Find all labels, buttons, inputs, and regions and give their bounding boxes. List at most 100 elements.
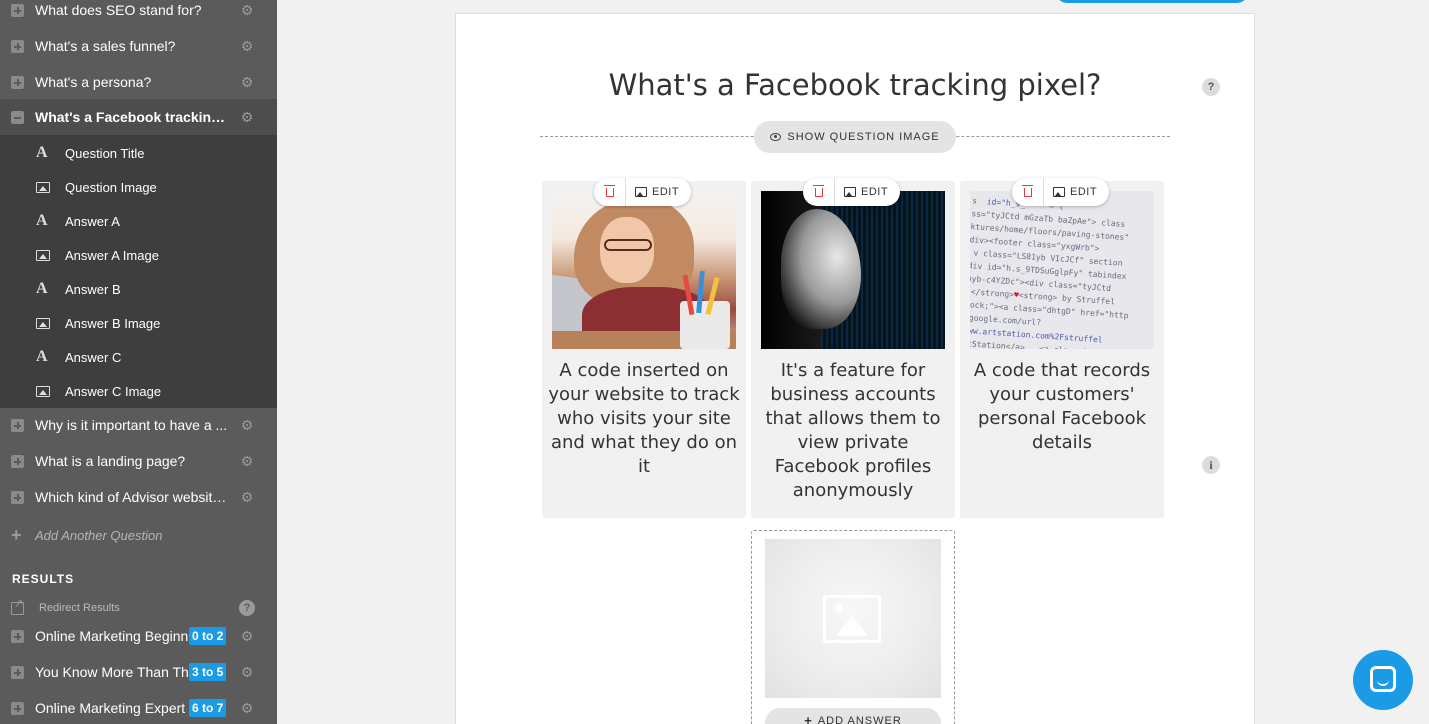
subitem-answer-b[interactable]: A Answer B: [0, 272, 277, 306]
expand-plus-icon[interactable]: [11, 76, 24, 89]
question-item[interactable]: Which kind of Advisor website... ⚙: [0, 479, 277, 515]
expand-plus-icon[interactable]: [11, 40, 24, 53]
question-label: Which kind of Advisor website...: [35, 489, 230, 505]
subitem-answer-a[interactable]: A Answer A: [0, 204, 277, 238]
add-question-label: Add Another Question: [35, 527, 163, 543]
expand-plus-icon[interactable]: [11, 666, 24, 679]
gear-icon[interactable]: ⚙: [240, 3, 254, 17]
answer-image[interactable]: [761, 191, 945, 349]
trash-icon[interactable]: [1012, 178, 1044, 206]
question-label: What's a Facebook tracking pi...: [35, 109, 230, 125]
image-icon: [1053, 187, 1065, 197]
image-edit-toolbar: EDIT: [594, 178, 691, 206]
answer-image[interactable]: [552, 191, 736, 349]
gear-icon[interactable]: ⚙: [240, 454, 254, 468]
image-icon: [36, 317, 50, 329]
gear-icon[interactable]: ⚙: [240, 490, 254, 504]
question-label: Why is it important to have a ...: [35, 417, 228, 433]
gear-icon[interactable]: ⚙: [240, 39, 254, 53]
expand-plus-icon[interactable]: [11, 630, 24, 643]
answer-card-b[interactable]: EDIT It's a feature for business account…: [751, 178, 955, 518]
question-item-active[interactable]: What's a Facebook tracking pi... ⚙: [0, 99, 277, 135]
text-icon: A: [36, 348, 48, 365]
answer-card-c[interactable]: s id="h_s_ ="l ss="tyJCtd mGzaTb baZpAe"…: [960, 178, 1164, 518]
trash-icon[interactable]: [594, 178, 626, 206]
expand-plus-icon[interactable]: [11, 419, 24, 432]
expand-plus-icon[interactable]: [11, 702, 24, 715]
image-placeholder-icon: [823, 595, 881, 643]
question-title[interactable]: What's a Facebook tracking pixel?: [540, 68, 1170, 102]
edit-image-button[interactable]: EDIT: [835, 186, 888, 198]
chat-launcher-button[interactable]: [1353, 650, 1413, 710]
image-edit-toolbar: EDIT: [1012, 178, 1109, 206]
image-icon: [635, 187, 647, 197]
answer-text[interactable]: A code that records your customers' pers…: [966, 359, 1158, 455]
trash-icon[interactable]: [803, 178, 835, 206]
eye-icon: [770, 133, 782, 141]
add-question-button[interactable]: + Add Another Question: [0, 522, 277, 548]
result-label: Online Marketing Expert: [35, 700, 186, 716]
results-heading: RESULTS: [12, 572, 75, 586]
add-answer-button[interactable]: + ADD ANSWER: [765, 708, 941, 724]
result-item[interactable]: Online Marketing Expert 6 to 7 ⚙: [0, 690, 277, 724]
help-icon[interactable]: ?: [1202, 78, 1220, 96]
subitem-label: Question Image: [65, 179, 157, 195]
subitem-label: Answer C: [65, 349, 122, 365]
subitem-answer-c-image[interactable]: Answer C Image: [0, 374, 277, 408]
show-question-image-button[interactable]: SHOW QUESTION IMAGE: [754, 121, 956, 153]
question-item[interactable]: What's a persona? ⚙: [0, 64, 277, 100]
gear-icon[interactable]: ⚙: [240, 629, 254, 643]
subitem-question-title[interactable]: A Question Title: [0, 136, 277, 170]
gear-icon[interactable]: ⚙: [240, 418, 254, 432]
score-range-badge: 6 to 7: [189, 699, 227, 717]
expand-plus-icon[interactable]: [11, 4, 24, 17]
expand-plus-icon[interactable]: [11, 491, 24, 504]
collapse-minus-icon[interactable]: [11, 111, 24, 124]
result-label: You Know More Than The: [35, 664, 189, 680]
answer-card-a[interactable]: EDIT A code inserted on your website to …: [542, 178, 746, 518]
question-label: What's a sales funnel?: [35, 38, 176, 54]
answer-text[interactable]: A code inserted on your website to track…: [548, 359, 740, 479]
top-toolbar-button[interactable]: [1056, 0, 1248, 3]
text-icon: A: [36, 144, 48, 161]
image-edit-toolbar: EDIT: [803, 178, 900, 206]
subitem-label: Answer A: [65, 213, 120, 229]
edit-image-button[interactable]: EDIT: [1044, 186, 1097, 198]
edit-image-button[interactable]: EDIT: [626, 186, 679, 198]
gear-icon[interactable]: ⚙: [240, 701, 254, 715]
redirect-label: Redirect Results: [39, 602, 120, 614]
plus-icon: +: [11, 524, 22, 545]
plus-icon: +: [804, 713, 813, 724]
question-item[interactable]: What's a sales funnel? ⚙: [0, 28, 277, 64]
subitem-answer-b-image[interactable]: Answer B Image: [0, 306, 277, 340]
gear-icon[interactable]: ⚙: [240, 110, 254, 124]
subitem-label: Answer B Image: [65, 315, 161, 331]
result-item[interactable]: Online Marketing Beginn 0 to 2 ⚙: [0, 618, 277, 654]
result-item[interactable]: You Know More Than The 3 to 5 ⚙: [0, 654, 277, 690]
question-label: What's a persona?: [35, 74, 152, 90]
subitem-answer-a-image[interactable]: Answer A Image: [0, 238, 277, 272]
expand-plus-icon[interactable]: [11, 455, 24, 468]
subitem-label: Answer A Image: [65, 247, 159, 263]
result-label: Online Marketing Beginn: [35, 628, 189, 644]
sidebar: What does SEO stand for? ⚙ What's a sale…: [0, 0, 277, 724]
question-item[interactable]: What does SEO stand for? ⚙: [0, 0, 277, 28]
external-link-icon: [11, 597, 24, 615]
subitem-label: Question Title: [65, 145, 145, 161]
answer-image[interactable]: s id="h_s_ ="l ss="tyJCtd mGzaTb baZpAe"…: [970, 191, 1154, 349]
add-answer-label: ADD ANSWER: [817, 715, 902, 724]
image-icon: [36, 181, 50, 193]
answer-text[interactable]: It's a feature for business accounts tha…: [757, 359, 949, 503]
text-icon: A: [36, 212, 48, 229]
subitem-question-image[interactable]: Question Image: [0, 170, 277, 204]
help-icon[interactable]: ?: [239, 600, 255, 616]
gear-icon[interactable]: ⚙: [240, 665, 254, 679]
question-item[interactable]: What is a landing page? ⚙: [0, 443, 277, 479]
add-answer-card[interactable]: + ADD ANSWER: [751, 530, 955, 724]
redirect-results-link[interactable]: Redirect Results ?: [0, 597, 277, 618]
info-icon[interactable]: i: [1202, 456, 1220, 474]
subitem-answer-c[interactable]: A Answer C: [0, 340, 277, 374]
gear-icon[interactable]: ⚙: [240, 75, 254, 89]
question-item[interactable]: Why is it important to have a ... ⚙: [0, 407, 277, 443]
score-range-badge: 0 to 2: [189, 627, 227, 645]
